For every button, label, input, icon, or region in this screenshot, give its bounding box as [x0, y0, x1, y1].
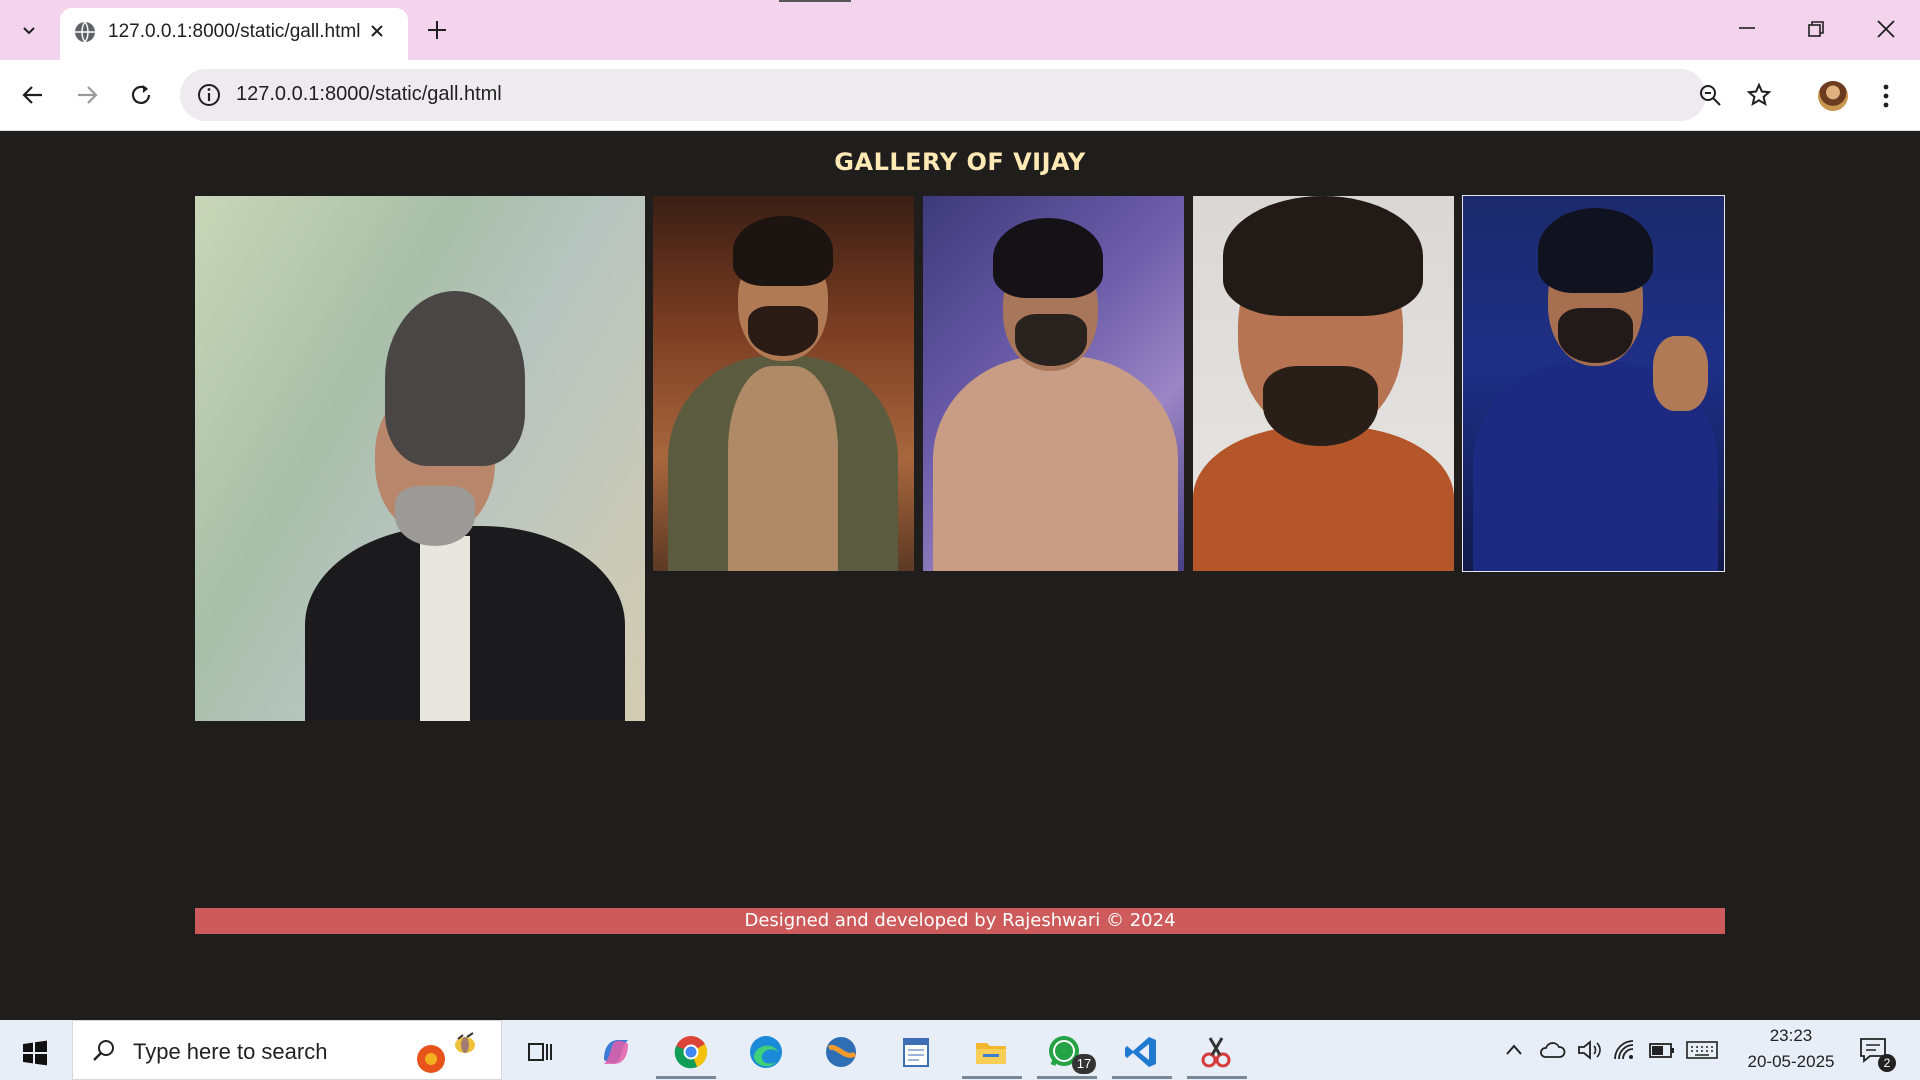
globe-icon	[75, 21, 95, 43]
chrome-active-indicator	[656, 1076, 716, 1079]
page-title: GALLERY OF VIJAY	[834, 148, 1086, 176]
close-window-icon[interactable]	[1876, 19, 1896, 39]
search-placeholder: Type here to search	[133, 1039, 328, 1064]
new-tab-icon[interactable]	[425, 18, 449, 42]
zoom-icon[interactable]	[1698, 83, 1722, 107]
close-tab-icon[interactable]	[366, 20, 388, 42]
snipping-tool-icon[interactable]	[1196, 1032, 1236, 1072]
chevron-up-icon[interactable]	[1504, 1042, 1524, 1058]
battery-icon[interactable]	[1648, 1038, 1676, 1062]
tab-search-button[interactable]	[11, 13, 47, 47]
browser-toolbar: 127.0.0.1:8000/static/gall.html	[0, 60, 1920, 131]
onedrive-cloud-icon[interactable]	[1538, 1040, 1566, 1060]
clock-time[interactable]: 23:23	[1758, 1026, 1824, 1046]
copilot-icon[interactable]	[596, 1032, 636, 1072]
page-content: GALLERY OF VIJAY Designed and developed …	[0, 131, 1920, 1020]
vscode-open-indicator	[1112, 1076, 1172, 1079]
gallery-photo-2[interactable]	[653, 196, 914, 571]
bookmark-star-icon[interactable]	[1746, 82, 1772, 108]
minimize-icon[interactable]	[1735, 16, 1759, 40]
chrome-icon[interactable]	[671, 1032, 711, 1072]
gallery-photo-4[interactable]	[1193, 196, 1454, 571]
wifi-icon[interactable]	[1612, 1038, 1638, 1062]
browser-tab-strip: 127.0.0.1:8000/static/gall.html	[0, 0, 1920, 60]
tab-title: 127.0.0.1:8000/static/gall.html	[108, 21, 361, 42]
windows-taskbar: Type here to search 17 23:23 20-05-2025 …	[0, 1020, 1920, 1080]
task-view-icon[interactable]	[520, 1032, 560, 1072]
back-icon[interactable]	[20, 82, 46, 108]
forward-icon[interactable]	[74, 82, 100, 108]
profile-avatar[interactable]	[1818, 81, 1848, 111]
more-menu-icon[interactable]	[1880, 83, 1892, 109]
windows-start-icon[interactable]	[22, 1040, 48, 1066]
notification-badge: 2	[1878, 1054, 1896, 1072]
vscode-icon[interactable]	[1121, 1032, 1161, 1072]
address-bar[interactable]: 127.0.0.1:8000/static/gall.html	[180, 69, 1772, 121]
gallery-photo-1[interactable]	[195, 196, 645, 721]
search-highlight-icon	[417, 1032, 475, 1073]
whatsapp-open-indicator	[1037, 1076, 1097, 1079]
edge-icon[interactable]	[746, 1032, 786, 1072]
reload-icon[interactable]	[128, 82, 154, 108]
clock-date[interactable]: 20-05-2025	[1745, 1052, 1837, 1072]
browser-tab-active[interactable]: 127.0.0.1:8000/static/gall.html	[60, 8, 408, 60]
volume-icon[interactable]	[1576, 1038, 1602, 1062]
app-icon-globe[interactable]	[821, 1032, 861, 1072]
search-icon	[93, 1040, 114, 1061]
taskbar-search-box[interactable]: Type here to search	[72, 1020, 502, 1080]
whatsapp-badge: 17	[1072, 1054, 1096, 1074]
url-text[interactable]: 127.0.0.1:8000/static/gall.html	[236, 83, 502, 106]
keyboard-icon[interactable]	[1686, 1038, 1718, 1062]
notepad-icon[interactable]	[896, 1032, 936, 1072]
explorer-open-indicator	[962, 1076, 1022, 1079]
chevron-down-icon	[23, 27, 35, 35]
gallery-photo-3[interactable]	[923, 196, 1184, 571]
restore-icon[interactable]	[1806, 19, 1826, 39]
tab-strip-indicator	[779, 0, 851, 2]
page-footer: Designed and developed by Rajeshwari © 2…	[195, 908, 1725, 934]
file-explorer-icon[interactable]	[971, 1032, 1011, 1072]
snipping-open-indicator	[1187, 1076, 1247, 1079]
gallery-photo-5[interactable]	[1462, 195, 1725, 572]
site-info-icon[interactable]	[196, 82, 222, 108]
